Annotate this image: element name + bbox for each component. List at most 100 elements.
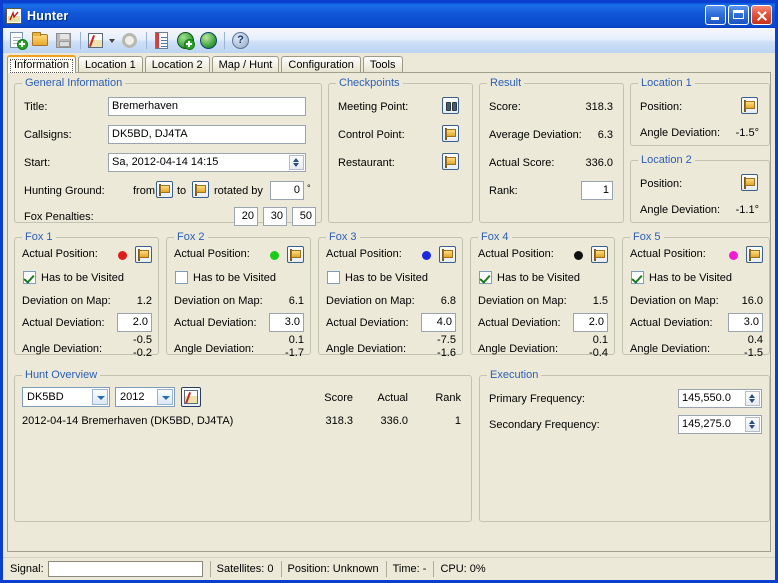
group-caption: Execution	[487, 369, 541, 381]
fox-5-position-button[interactable]	[746, 246, 763, 263]
chevron-down-icon[interactable]	[157, 389, 173, 405]
tab-location-1[interactable]: Location 1	[78, 56, 143, 73]
application-window: Hunter	[0, 0, 778, 583]
fox-5-actual-deviation-input[interactable]: 3.0	[728, 313, 763, 332]
fox-4-visited-checkbox[interactable]	[479, 271, 492, 284]
fox-penalties-label: Fox Penalties:	[24, 211, 94, 223]
year-select[interactable]: 2012	[115, 387, 175, 407]
hunting-ground-from-button[interactable]	[156, 181, 173, 198]
fox-3-visited-checkbox[interactable]	[327, 271, 340, 284]
fox-3-color-dot	[422, 251, 431, 260]
angle-deviation-label: Angle Deviation:	[326, 343, 406, 355]
open-hunt-button[interactable]	[30, 30, 52, 51]
tab-label: Map / Hunt	[219, 59, 273, 71]
fox-1-visited-checkbox[interactable]	[23, 271, 36, 284]
tab-location-2[interactable]: Location 2	[145, 56, 210, 73]
execution-group: Execution Primary Frequency: 145,550.0 S…	[479, 375, 770, 522]
close-button[interactable]	[751, 5, 772, 25]
hunting-ground-to-button[interactable]	[192, 181, 209, 198]
general-information-group: General Information Title: Bremerhaven C…	[14, 83, 322, 223]
map-button[interactable]	[85, 30, 107, 51]
tab-information[interactable]: Information	[7, 55, 76, 73]
meeting-point-label: Meeting Point:	[338, 101, 408, 113]
rotation-input[interactable]: 0	[270, 181, 304, 200]
visited-label: Has to be Visited	[649, 272, 732, 284]
location-2-position-button[interactable]	[741, 174, 758, 191]
deviation-on-map-label: Deviation on Map:	[174, 295, 263, 307]
location-2-group: Location 2 Position: Angle Deviation: -1…	[630, 160, 770, 223]
signal-meter[interactable]	[48, 561, 203, 577]
location-1-position-button[interactable]	[741, 97, 758, 114]
new-hunt-button[interactable]	[7, 30, 29, 51]
globe-add-button[interactable]	[174, 30, 196, 51]
fox-2-actual-deviation-input[interactable]: 3.0	[269, 313, 304, 332]
tab-label: Information	[14, 59, 69, 71]
globe-refresh-button[interactable]	[197, 30, 219, 51]
callsign-select[interactable]: DK5BD	[22, 387, 110, 407]
actual-score-value: 336.0	[550, 157, 613, 169]
hunt-map-button[interactable]	[181, 387, 201, 407]
map-compass-icon	[6, 8, 22, 24]
hunting-ground-label: Hunting Ground:	[24, 185, 105, 197]
fox-2-deviation-on-map-value: 6.1	[259, 295, 304, 307]
fox-penalty-2-input[interactable]: 30	[263, 207, 287, 226]
group-caption: Fox 3	[326, 231, 360, 243]
hunt-description: 2012-04-14 Bremerhaven (DK5BD, DJ4TA)	[22, 415, 233, 427]
fox-1-actual-deviation-input[interactable]: 2.0	[117, 313, 152, 332]
secondary-frequency-input[interactable]: 145,275.0	[678, 415, 762, 434]
actual-deviation-label: Actual Deviation:	[630, 317, 713, 329]
fox-5-visited-checkbox[interactable]	[631, 271, 644, 284]
help-button[interactable]: ?	[229, 30, 251, 51]
primary-frequency-value: 145,550.0	[682, 390, 731, 407]
tab-configuration[interactable]: Configuration	[281, 56, 360, 73]
chevron-down-icon[interactable]	[92, 389, 108, 405]
tab-map-hunt[interactable]: Map / Hunt	[212, 56, 280, 73]
deviation-on-map-label: Deviation on Map:	[630, 295, 719, 307]
status-bar: Signal: Satellites: 0 Position: Unknown …	[3, 557, 775, 580]
column-header-score: Score	[305, 392, 353, 404]
fox-3-actual-deviation-input[interactable]: 4.0	[421, 313, 456, 332]
rank-input[interactable]: 1	[581, 181, 613, 200]
fox-2-angle-deviation-1: 0.1	[259, 334, 304, 346]
callsigns-input[interactable]: DK5BD, DJ4TA	[108, 125, 306, 144]
save-hunt-button[interactable]	[53, 30, 75, 51]
primary-frequency-input[interactable]: 145,550.0	[678, 389, 762, 408]
fox-2-position-button[interactable]	[287, 246, 304, 263]
control-point-button[interactable]	[442, 125, 459, 142]
fox-4-actual-deviation-input[interactable]: 2.0	[573, 313, 608, 332]
fox-1-angle-deviation-1: -0.5	[107, 334, 152, 346]
hunt-actual: 336.0	[360, 415, 408, 427]
angle-deviation-label: Angle Deviation:	[630, 343, 710, 355]
fox-2-visited-checkbox[interactable]	[175, 271, 188, 284]
hunt-overview-group: Hunt Overview DK5BD 2012 Score Actual Ra…	[14, 375, 472, 522]
actual-position-label: Actual Position:	[630, 248, 706, 260]
fox-1-color-dot	[118, 251, 127, 260]
fox-penalty-3-input[interactable]: 50	[292, 207, 316, 226]
title-input[interactable]: Bremerhaven	[108, 97, 306, 116]
group-caption: Checkpoints	[336, 77, 403, 89]
tab-label: Location 2	[152, 59, 203, 71]
fox-4-position-button[interactable]	[591, 246, 608, 263]
fox-5-angle-deviation-1: 0.4	[718, 334, 763, 346]
start-datetime-picker[interactable]: Sa, 2012-04-14 14:15	[108, 153, 306, 172]
result-group: Result Score: 318.3 Average Deviation: 6…	[479, 83, 624, 223]
position-status: Position: Unknown	[281, 560, 386, 578]
window-title: Hunter	[27, 9, 68, 23]
maximize-button[interactable]	[728, 5, 749, 25]
settings-button[interactable]	[119, 30, 141, 51]
group-caption: Fox 2	[174, 231, 208, 243]
chevron-down-icon[interactable]	[108, 30, 117, 51]
fox-1-position-button[interactable]	[135, 246, 152, 263]
logbook-button[interactable]	[151, 30, 173, 51]
fox-3-position-button[interactable]	[439, 246, 456, 263]
minimize-button[interactable]	[705, 5, 726, 25]
fox-penalty-1-input[interactable]: 20	[234, 207, 258, 226]
tab-tools[interactable]: Tools	[363, 56, 403, 73]
restaurant-button[interactable]	[442, 153, 459, 170]
angle-deviation-label: Angle Deviation:	[22, 343, 102, 355]
group-caption: Location 2	[638, 154, 695, 166]
actual-deviation-label: Actual Deviation:	[22, 317, 105, 329]
title-bar: Hunter	[3, 3, 775, 28]
toolbar-separator	[80, 32, 81, 49]
meeting-point-button[interactable]	[442, 97, 459, 114]
